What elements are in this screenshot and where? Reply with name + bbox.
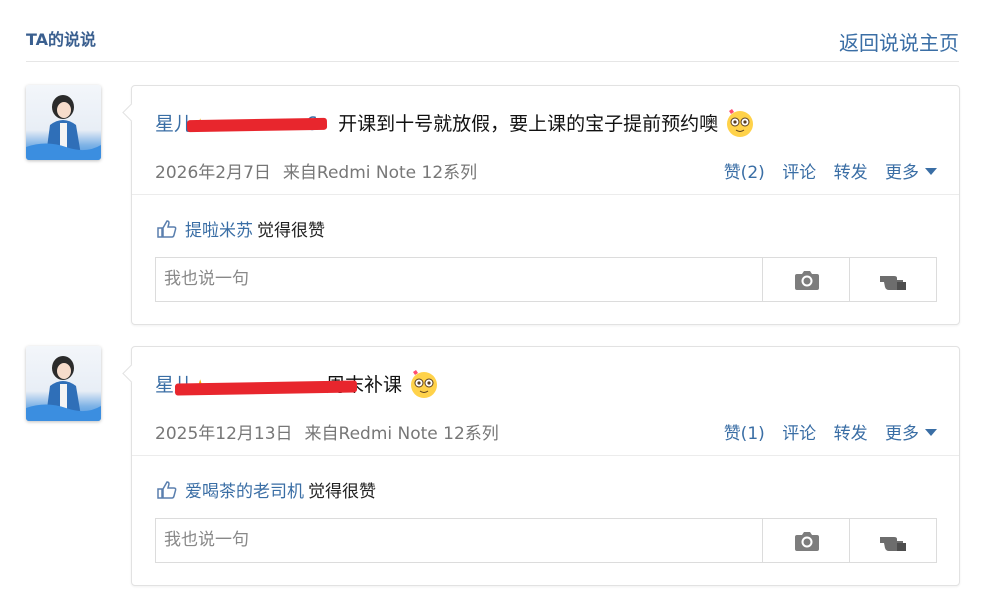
camera-button[interactable] xyxy=(764,519,850,562)
post-card: 星儿★ 周末补课 2025年12月13日来自Redmi Note 12系列 赞(… xyxy=(131,346,960,586)
pointing-hand-icon xyxy=(879,275,906,290)
camera-icon xyxy=(794,531,819,551)
comment-button[interactable]: 评论 xyxy=(782,424,816,444)
shy-smiley-emoji-icon xyxy=(727,109,754,137)
comment-box: 我也说一句 xyxy=(155,518,937,563)
like-button[interactable]: 赞(2) xyxy=(724,163,765,183)
like-summary: 爱喝茶的老司机 觉得很赞 xyxy=(157,477,376,502)
post-card: 星儿★ 6 开课到十号就放假，要上课的宝子提前预约噢 2026年2月7日来自Re… xyxy=(131,85,960,325)
forward-button[interactable]: 转发 xyxy=(834,163,868,183)
thumbs-up-icon xyxy=(157,220,177,238)
camera-button[interactable] xyxy=(764,258,850,301)
thumbs-up-icon xyxy=(157,481,177,499)
like-summary: 提啦米苏 觉得很赞 xyxy=(157,216,325,241)
post-source: 来自Redmi Note 12系列 xyxy=(304,424,499,444)
like-text: 觉得很赞 xyxy=(257,221,325,241)
page-title: TA的说说 xyxy=(26,30,97,49)
chevron-down-icon xyxy=(925,429,937,436)
comment-input[interactable]: 我也说一句 xyxy=(156,519,763,562)
post-author[interactable]: 星儿★ 6 xyxy=(155,113,328,135)
avatar[interactable] xyxy=(26,85,101,160)
post-meta: 2025年12月13日 来自Redmi Note 12系列 xyxy=(155,419,499,444)
post-divider xyxy=(132,194,959,195)
more-button[interactable]: 更多 xyxy=(885,163,937,183)
liker-name[interactable]: 爱喝茶的老司机 xyxy=(185,482,304,502)
post-meta: 2026年2月7日 来自Redmi Note 12系列 xyxy=(155,158,477,183)
pointing-hand-button[interactable] xyxy=(850,519,935,562)
pointing-hand-icon xyxy=(879,536,906,551)
chevron-down-icon xyxy=(925,168,937,175)
comment-box: 我也说一句 xyxy=(155,257,937,302)
camera-icon xyxy=(794,270,819,290)
more-label: 更多 xyxy=(885,163,919,183)
post-date: 2025年12月13日 xyxy=(155,424,293,444)
comment-button[interactable]: 评论 xyxy=(782,163,816,183)
avatar[interactable] xyxy=(26,346,101,421)
avatar-image xyxy=(26,95,101,160)
avatar-image xyxy=(26,356,101,421)
redaction-mark xyxy=(186,117,328,133)
post-content: 开课到十号就放假，要上课的宝子提前预约噢 xyxy=(338,113,719,135)
post-author[interactable]: 星儿★ xyxy=(155,374,358,396)
back-to-home-link[interactable]: 返回说说主页 xyxy=(839,27,959,56)
like-button[interactable]: 赞(1) xyxy=(724,424,765,444)
post-source: 来自Redmi Note 12系列 xyxy=(282,163,478,183)
comment-input[interactable]: 我也说一句 xyxy=(156,258,763,301)
liker-name[interactable]: 提啦米苏 xyxy=(185,221,253,241)
more-button[interactable]: 更多 xyxy=(885,424,937,444)
like-text: 觉得很赞 xyxy=(308,482,376,502)
forward-button[interactable]: 转发 xyxy=(834,424,868,444)
post-date: 2026年2月7日 xyxy=(155,163,271,183)
shy-smiley-emoji-icon xyxy=(411,370,438,398)
post-divider xyxy=(132,455,959,456)
header-divider xyxy=(26,61,959,62)
more-label: 更多 xyxy=(885,424,919,444)
pointing-hand-button[interactable] xyxy=(850,258,935,301)
